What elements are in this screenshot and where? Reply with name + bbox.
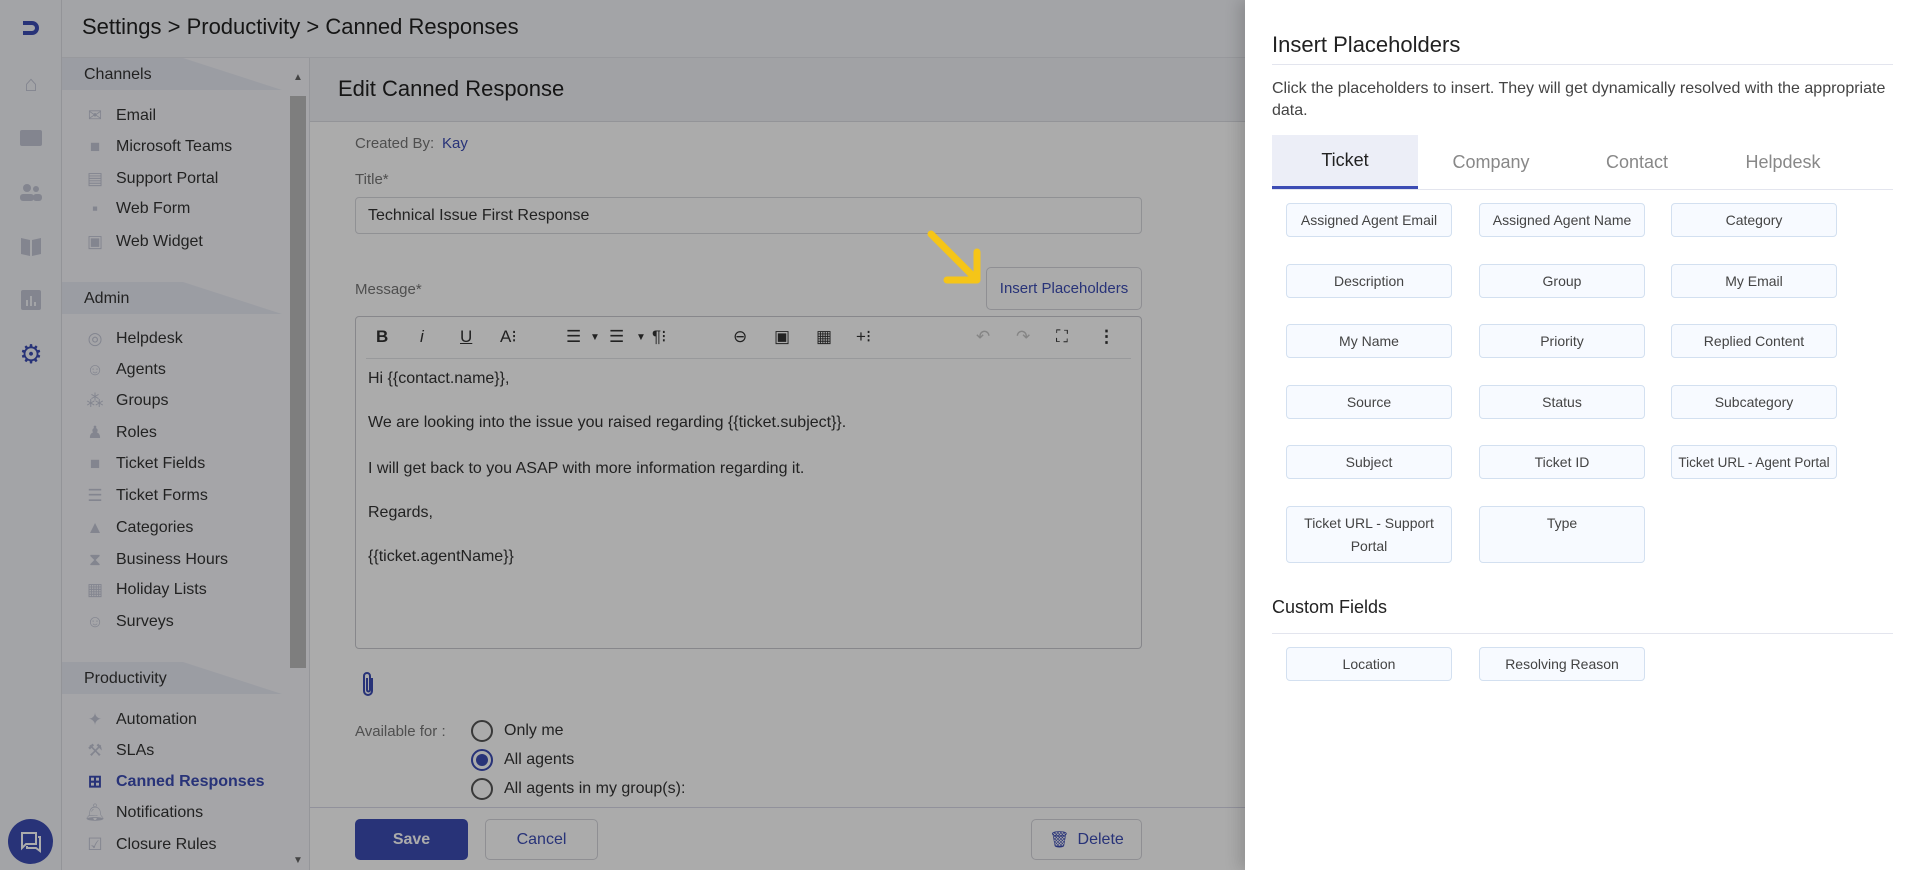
panel-title: Insert Placeholders: [1272, 32, 1461, 57]
placeholder-chip[interactable]: Category: [1671, 203, 1837, 237]
placeholder-chip[interactable]: Subcategory: [1671, 385, 1837, 419]
placeholder-chip[interactable]: Ticket ID: [1479, 445, 1645, 479]
annotation-arrow-icon: [927, 230, 981, 284]
placeholder-chip[interactable]: Description: [1286, 264, 1452, 298]
modal-backdrop[interactable]: [0, 0, 1245, 870]
placeholder-chip[interactable]: Ticket URL - Agent Portal: [1671, 445, 1837, 479]
panel-description: Click the placeholders to insert. They w…: [1272, 80, 1886, 119]
custom-field-chip[interactable]: Location: [1286, 647, 1452, 681]
divider: [1272, 64, 1893, 65]
tab-ticket[interactable]: Ticket: [1272, 135, 1418, 189]
placeholder-chip[interactable]: Priority: [1479, 324, 1645, 358]
placeholder-chip[interactable]: My Email: [1671, 264, 1837, 298]
divider: [1272, 633, 1893, 634]
placeholder-chip[interactable]: My Name: [1286, 324, 1452, 358]
custom-field-chip[interactable]: Resolving Reason: [1479, 647, 1645, 681]
tab-company[interactable]: Company: [1418, 135, 1564, 189]
tab-helpdesk[interactable]: Helpdesk: [1710, 135, 1856, 189]
placeholder-chip[interactable]: Assigned Agent Name: [1479, 203, 1645, 237]
placeholder-chip[interactable]: Group: [1479, 264, 1645, 298]
placeholder-chip[interactable]: Assigned Agent Email: [1286, 203, 1452, 237]
placeholder-chip[interactable]: Type: [1479, 506, 1645, 563]
placeholder-chip[interactable]: Status: [1479, 385, 1645, 419]
placeholder-chip[interactable]: Source: [1286, 385, 1452, 419]
tab-contact[interactable]: Contact: [1564, 135, 1710, 189]
divider: [1272, 189, 1893, 190]
custom-fields-title: Custom Fields: [1272, 597, 1388, 617]
placeholder-chip[interactable]: Ticket URL - Support Portal: [1286, 506, 1452, 563]
placeholder-chip[interactable]: Subject: [1286, 445, 1452, 479]
placeholder-chip[interactable]: Replied Content: [1671, 324, 1837, 358]
insert-placeholders-panel: Insert Placeholders Click the placeholde…: [1245, 0, 1920, 870]
